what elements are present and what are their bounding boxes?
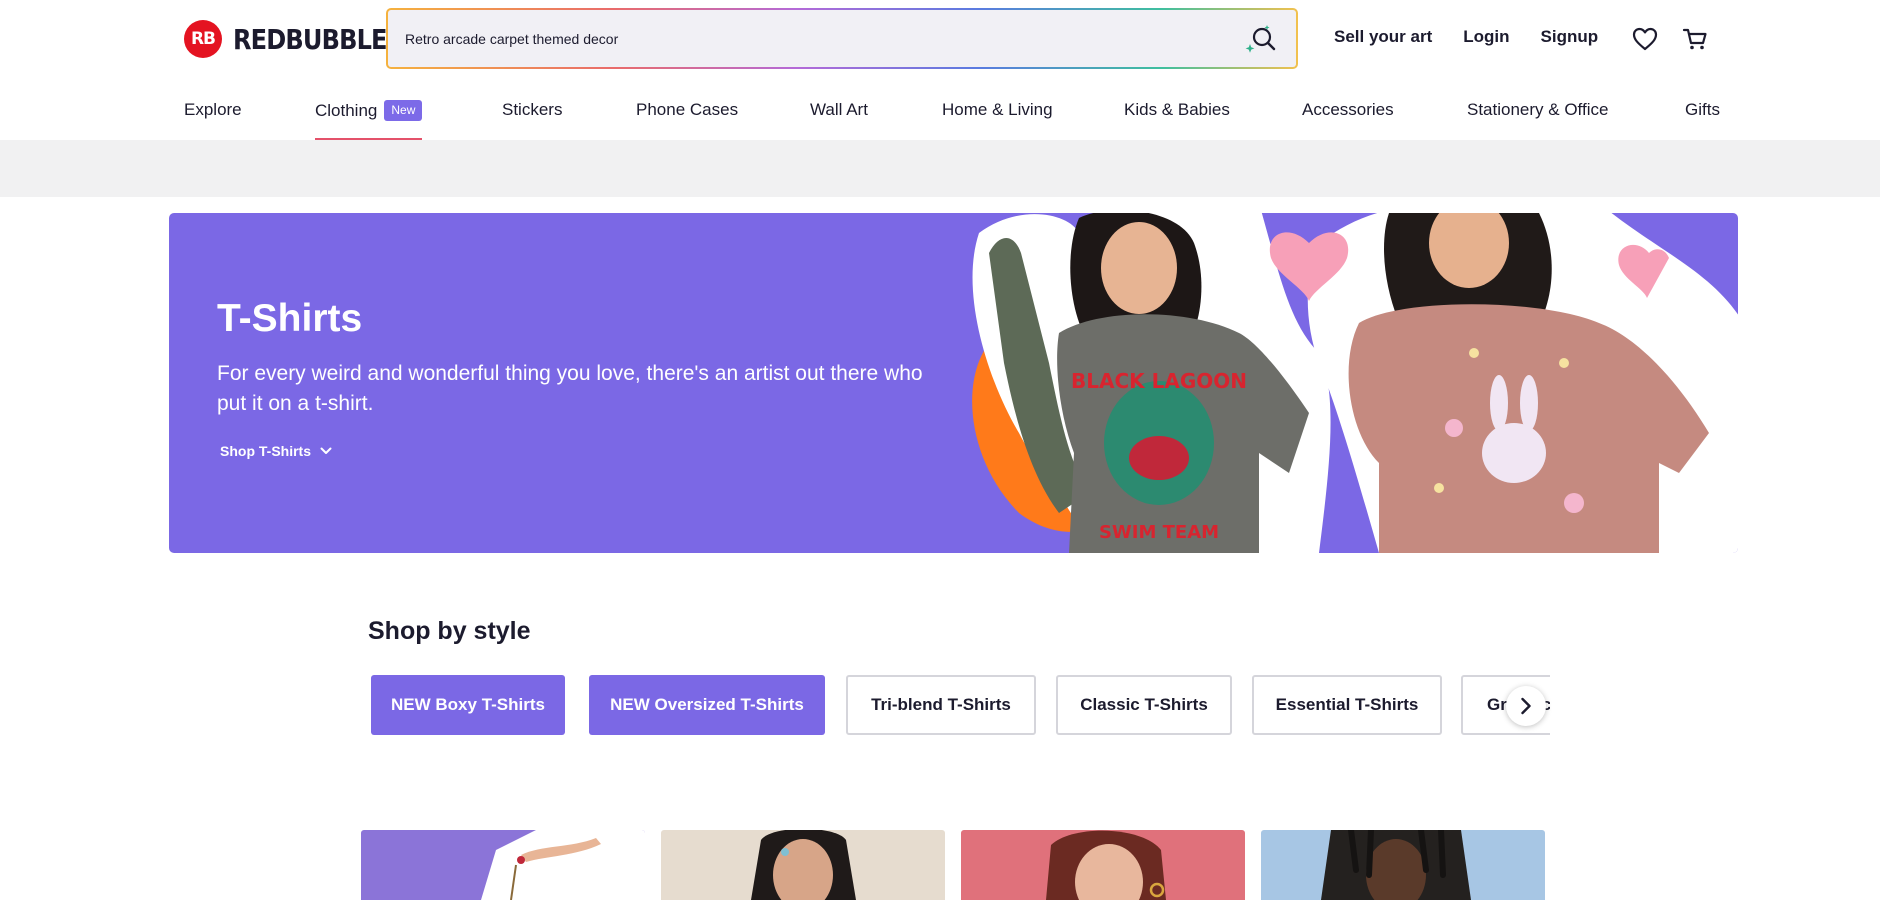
shop-tshirts-link[interactable]: Shop T-Shirts bbox=[220, 443, 332, 459]
style-pill-boxy[interactable]: NEW Boxy T-Shirts bbox=[371, 675, 565, 735]
nav-item-label: Accessories bbox=[1302, 100, 1394, 119]
nav-item-label: Kids & Babies bbox=[1124, 100, 1230, 119]
signup-link[interactable]: Signup bbox=[1541, 27, 1599, 47]
hero-banner: T-Shirts For every weird and wonderful t… bbox=[169, 213, 1738, 553]
nav-item-label: Stationery & Office bbox=[1467, 100, 1609, 119]
style-pill-carousel: NEW Boxy T-Shirts NEW Oversized T-Shirts… bbox=[368, 672, 1550, 738]
style-pill-tri-blend[interactable]: Tri-blend T-Shirts bbox=[846, 675, 1036, 735]
login-link[interactable]: Login bbox=[1463, 27, 1509, 47]
site-header: RB REDBUBBLE Sell your art Login Signup bbox=[0, 0, 1880, 78]
nav-item-stationery-office[interactable]: Stationery & Office bbox=[1467, 100, 1608, 140]
shirt-print-top: BLACK LAGOON bbox=[1071, 369, 1247, 393]
product-card-image bbox=[961, 830, 1245, 900]
header-links: Sell your art Login Signup bbox=[1334, 27, 1629, 47]
style-pill-oversized[interactable]: NEW Oversized T-Shirts bbox=[589, 675, 825, 735]
nav-item-label: Wall Art bbox=[810, 100, 868, 119]
product-card-image bbox=[661, 830, 945, 900]
nav-item-home-living[interactable]: Home & Living bbox=[942, 100, 1053, 140]
search-bar bbox=[386, 8, 1298, 69]
chevron-right-icon bbox=[1521, 697, 1531, 715]
nav-item-stickers[interactable]: Stickers bbox=[502, 100, 562, 140]
hero-models-image: BLACK LAGOON SWIM TEAM bbox=[972, 213, 1738, 553]
style-pill-essential[interactable]: Essential T-Shirts bbox=[1252, 675, 1442, 735]
promo-band bbox=[0, 140, 1880, 197]
carousel-next-button[interactable] bbox=[1506, 686, 1546, 726]
product-card-image bbox=[361, 830, 645, 900]
nav-item-kids-babies[interactable]: Kids & Babies bbox=[1124, 100, 1230, 140]
style-pill-classic[interactable]: Classic T-Shirts bbox=[1056, 675, 1232, 735]
nav-item-explore[interactable]: Explore bbox=[184, 100, 242, 140]
logo-mark-icon: RB bbox=[184, 20, 222, 58]
nav-item-wall-art[interactable]: Wall Art bbox=[810, 100, 868, 140]
nav-item-label: Stickers bbox=[502, 100, 563, 119]
nav-item-label: Home & Living bbox=[942, 100, 1053, 119]
new-badge: New bbox=[384, 100, 423, 121]
ai-search-icon[interactable] bbox=[1244, 24, 1276, 54]
hero-title: T-Shirts bbox=[217, 297, 363, 340]
product-card-image bbox=[1261, 830, 1545, 900]
product-card-tri-blend[interactable] bbox=[961, 830, 1245, 900]
shop-tshirts-label: Shop T-Shirts bbox=[220, 443, 311, 459]
search-field-container bbox=[388, 10, 1296, 67]
nav-item-label: Gifts bbox=[1685, 100, 1720, 119]
hero-subtitle: For every weird and wonderful thing you … bbox=[217, 362, 923, 415]
wishlist-button[interactable] bbox=[1630, 24, 1660, 54]
shirt-print-bottom: SWIM TEAM bbox=[1099, 522, 1219, 543]
category-nav: Explore Clothing New Stickers Phone Cases… bbox=[0, 78, 1880, 140]
cart-icon bbox=[1682, 28, 1707, 50]
logo-wordmark: REDBUBBLE bbox=[233, 22, 388, 56]
sell-your-art-link[interactable]: Sell your art bbox=[1334, 27, 1432, 47]
nav-item-label: Clothing bbox=[315, 101, 378, 120]
cart-button[interactable] bbox=[1680, 24, 1710, 54]
product-card-classic[interactable] bbox=[1261, 830, 1545, 900]
heart-icon bbox=[1632, 27, 1658, 51]
search-input[interactable] bbox=[405, 30, 1225, 47]
nav-item-label: Explore bbox=[184, 100, 242, 119]
nav-item-clothing[interactable]: Clothing New bbox=[315, 100, 423, 140]
shop-by-style-heading: Shop by style bbox=[368, 617, 531, 645]
nav-item-label: Phone Cases bbox=[636, 100, 739, 119]
nav-item-accessories[interactable]: Accessories bbox=[1302, 100, 1394, 140]
nav-item-phone-cases[interactable]: Phone Cases bbox=[636, 100, 738, 140]
product-card-oversized[interactable] bbox=[661, 830, 945, 900]
nav-item-gifts[interactable]: Gifts bbox=[1685, 100, 1720, 140]
product-card-boxy[interactable] bbox=[361, 830, 645, 900]
chevron-down-icon bbox=[320, 447, 332, 454]
redbubble-logo[interactable]: RB REDBUBBLE bbox=[184, 19, 412, 59]
